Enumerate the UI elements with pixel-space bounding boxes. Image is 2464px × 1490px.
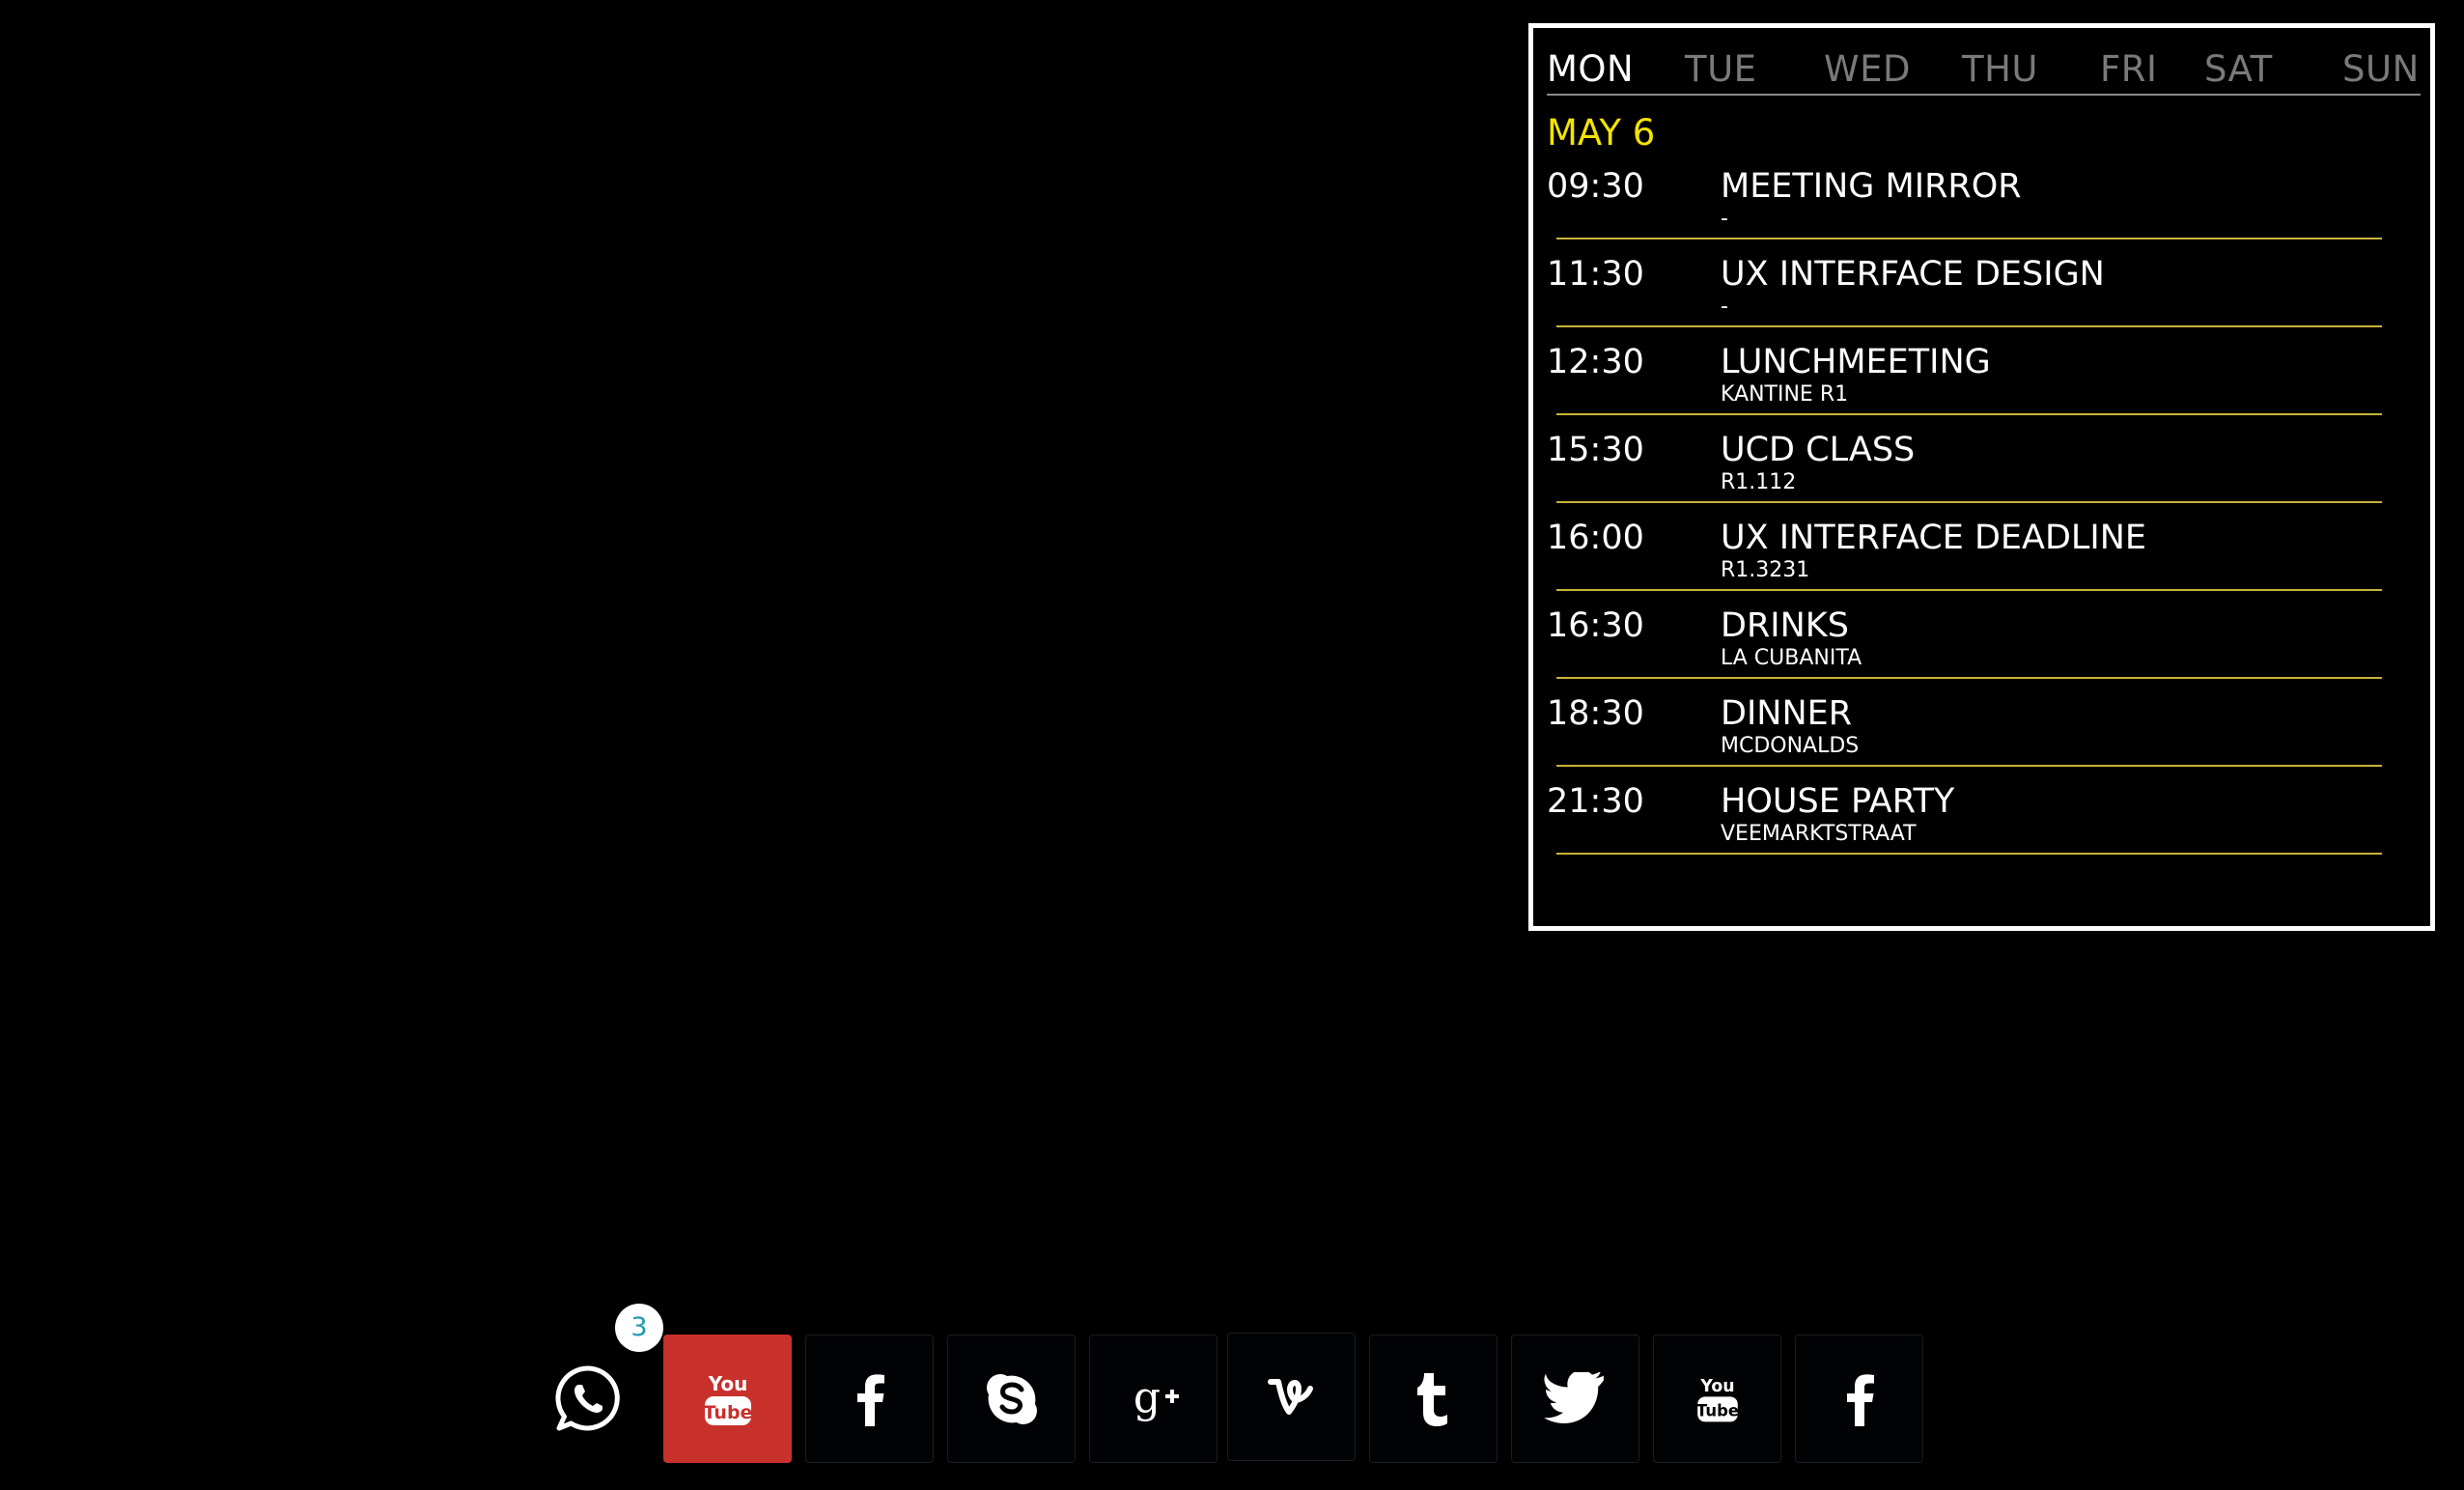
skype-icon [986,1373,1037,1424]
event-item[interactable]: 09:30 MEETING MIRROR - [1547,152,2421,239]
event-title: MEETING MIRROR [1721,167,2022,206]
tab-sun[interactable]: SUN [2342,45,2420,94]
facebook-button-2[interactable] [1795,1335,1923,1463]
tumblr-icon [1416,1372,1447,1426]
event-time: 16:30 [1547,606,1644,645]
event-location: R1.112 [1721,470,1797,494]
event-location: R1.3231 [1721,558,1810,582]
event-title: DRINKS [1721,606,1849,645]
event-title: HOUSE PARTY [1721,782,1955,821]
social-app-bar: 3 You Tube g You Tube [541,1304,1941,1463]
twitter-icon [1543,1371,1604,1423]
event-title: UX INTERFACE DEADLINE [1721,519,2147,557]
event-location: VEEMARKTSTRAAT [1721,822,1917,846]
event-item[interactable]: 18:30 DINNER MCDONALDS [1547,679,2421,767]
youtube-button-2[interactable]: You Tube [1653,1335,1781,1463]
event-location: LA CUBANITA [1721,646,1862,670]
youtube-icon: You Tube [1695,1377,1739,1421]
whatsapp-icon [555,1364,620,1430]
event-item[interactable]: 21:30 HOUSE PARTY VEEMARKTSTRAAT [1547,767,2421,855]
event-time: 16:00 [1547,519,1644,557]
event-time: 11:30 [1547,255,1644,294]
svg-text:Tube: Tube [703,1402,752,1423]
tab-mon[interactable]: MON [1547,45,1634,94]
event-time: 15:30 [1547,431,1644,469]
event-item[interactable]: 12:30 LUNCHMEETING KANTINE R1 [1547,327,2421,415]
google-plus-icon: g [1133,1373,1179,1422]
tab-wed[interactable]: WED [1824,45,1911,94]
twitter-button[interactable] [1511,1335,1639,1463]
event-location: - [1721,207,1728,231]
calendar-panel: MON TUE WED THU FRI SAT SUN MAY 6 09:30 … [1528,23,2435,931]
whatsapp-button[interactable] [541,1335,637,1463]
event-location: - [1721,295,1728,319]
date-heading: MAY 6 [1547,112,1656,154]
event-time: 18:30 [1547,694,1644,733]
event-item[interactable]: 16:00 UX INTERFACE DEADLINE R1.3231 [1547,503,2421,591]
event-item[interactable]: 15:30 UCD CLASS R1.112 [1547,415,2421,503]
skype-button[interactable] [947,1335,1076,1463]
event-time: 12:30 [1547,343,1644,381]
tab-thu[interactable]: THU [1962,45,2038,94]
vine-button[interactable] [1227,1333,1356,1461]
notification-badge: 3 [615,1304,663,1352]
event-title: DINNER [1721,694,1853,733]
svg-text:Tube: Tube [1695,1401,1738,1420]
event-title: LUNCHMEETING [1721,343,1991,381]
facebook-icon [856,1373,884,1426]
tumblr-button[interactable] [1369,1335,1498,1463]
tab-tue[interactable]: TUE [1685,45,1757,94]
svg-text:You: You [1699,1377,1734,1396]
event-list: 09:30 MEETING MIRROR - 11:30 UX INTERFAC… [1547,152,2421,855]
tab-sat[interactable]: SAT [2204,45,2273,94]
facebook-icon [1846,1373,1874,1426]
google-plus-button[interactable]: g [1089,1335,1218,1463]
event-title: UX INTERFACE DESIGN [1721,255,2105,294]
vine-icon [1267,1378,1313,1415]
event-item[interactable]: 16:30 DRINKS LA CUBANITA [1547,591,2421,679]
event-location: MCDONALDS [1721,734,1860,758]
svg-text:g: g [1133,1373,1160,1422]
youtube-icon: You Tube [703,1372,752,1425]
day-tabs: MON TUE WED THU FRI SAT SUN [1547,45,2421,96]
event-time: 21:30 [1547,782,1644,821]
youtube-button[interactable]: You Tube [663,1335,792,1463]
svg-text:You: You [707,1372,747,1395]
event-location: KANTINE R1 [1721,382,1849,407]
tab-fri[interactable]: FRI [2100,45,2157,94]
event-time: 09:30 [1547,167,1644,206]
event-item[interactable]: 11:30 UX INTERFACE DESIGN - [1547,239,2421,327]
facebook-button[interactable] [805,1335,934,1463]
event-title: UCD CLASS [1721,431,1916,469]
